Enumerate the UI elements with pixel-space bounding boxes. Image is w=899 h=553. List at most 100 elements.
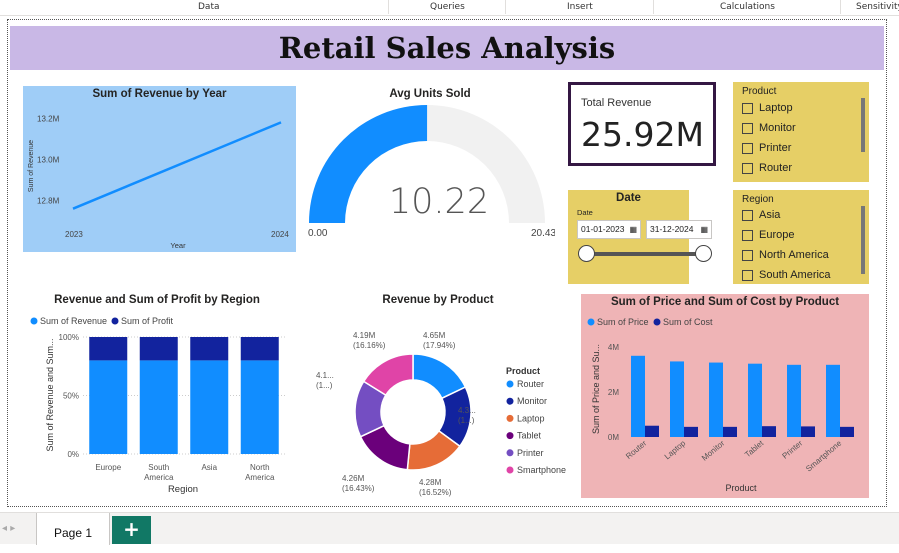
y-tick-label: 13.0M (37, 155, 60, 164)
region-slicer-item-south-america[interactable]: South America (742, 269, 831, 281)
donut-data-label: 4.19M (353, 331, 376, 340)
checkbox-icon[interactable] (742, 209, 753, 221)
bar-segment (89, 360, 128, 454)
legend-marker (506, 380, 514, 388)
y-tick-label: 50% (63, 392, 79, 401)
legend-label: Sum of Revenue (40, 316, 107, 326)
revenue-by-year-visual[interactable]: Sum of Revenue by Year 12.8M 13.0M 13.2M 20… (23, 86, 296, 252)
y-tick-label: 100% (59, 333, 79, 342)
date-slicer-label: Date (577, 208, 593, 217)
product-slicer[interactable]: Product Laptop Monitor Printer Router (733, 82, 869, 182)
checkbox-icon[interactable] (742, 162, 753, 174)
date-end-input[interactable]: 31-12-2024 ▦ (646, 220, 712, 239)
total-revenue-card[interactable]: Total Revenue 25.92M (568, 82, 716, 166)
date-slicer-title: Date (616, 192, 641, 204)
ribbon-queries[interactable]: Queries (430, 2, 465, 12)
bar (631, 355, 645, 437)
checkbox-icon[interactable] (742, 249, 753, 261)
product-slicer-title: Product (742, 86, 777, 97)
revenue-by-product-visual[interactable]: Revenue by Product 4.65M (17.94%) 4.3... (1… (303, 290, 573, 500)
x-tick-label: Printer (780, 438, 804, 460)
ribbon-separator (653, 0, 654, 14)
legend-marker (653, 318, 661, 326)
bar (645, 425, 659, 437)
page-nav-arrows-icon[interactable]: ◂ ▸ (2, 523, 15, 534)
bar (762, 426, 776, 437)
add-page-button[interactable]: + (112, 516, 151, 544)
x-tick-label: Tablet (743, 438, 766, 459)
y-tick-label: 0% (67, 450, 79, 459)
product-slicer-item-router[interactable]: Router (742, 162, 792, 174)
ribbon: Data Queries Insert Calculations Sensiti… (0, 0, 899, 16)
legend-label: Router (517, 379, 544, 389)
ribbon-separator (388, 0, 389, 14)
bar-segment (89, 337, 128, 361)
ribbon-separator (505, 0, 506, 14)
y-axis-label: Sum of Price and Su... (591, 344, 601, 434)
price-cost-by-product-chart: Sum of Price Sum of Cost 0M 2M 4M Router Lapto… (587, 317, 854, 493)
donut-data-label: 4.65M (423, 331, 446, 340)
y-axis-label: Sum of Revenue (28, 140, 35, 192)
region-slicer-item-north-america[interactable]: North America (742, 249, 829, 261)
bar (684, 426, 698, 437)
bar (801, 426, 815, 437)
revenue-profit-by-region-visual[interactable]: Revenue and Sum of Profit by Region Sum … (23, 290, 291, 500)
donut-data-label: (1...) (458, 416, 475, 425)
region-slicer-item-europe[interactable]: Europe (742, 229, 794, 241)
avg-units-sold-gauge: 10.22 0.00 20.43 (308, 104, 555, 239)
ribbon-sensitivity[interactable]: Sensitivity (856, 2, 899, 12)
x-tick-label: 2024 (271, 230, 289, 239)
date-slicer[interactable]: Date Date 01-01-2023 ▦ 31-12-2024 ▦ (568, 190, 712, 284)
x-tick-label: North (250, 463, 270, 472)
legend-marker (506, 414, 514, 422)
ribbon-data[interactable]: Data (198, 2, 220, 12)
checkbox-icon[interactable] (742, 269, 753, 281)
legend-marker (506, 432, 514, 440)
checkbox-icon[interactable] (742, 229, 753, 241)
y-tick-label: 0M (608, 433, 619, 442)
checkbox-icon[interactable] (742, 142, 753, 154)
ribbon-insert[interactable]: Insert (567, 2, 593, 12)
legend-marker (30, 317, 38, 325)
product-slicer-item-monitor[interactable]: Monitor (742, 122, 796, 134)
bar-segment (240, 360, 279, 454)
legend-marker (111, 317, 119, 325)
legend-label: Sum of Price (597, 317, 649, 327)
product-slicer-item-printer[interactable]: Printer (742, 142, 791, 154)
revenue-profit-by-region-chart: Sum of Revenue Sum of Profit 0% 50% 100% Euro… (30, 316, 285, 495)
price-cost-by-product-visual[interactable]: Sum of Price and Sum of Cost by Product … (581, 294, 869, 498)
bar-segment (139, 337, 178, 361)
legend-marker (506, 397, 514, 405)
x-tick-label: South (148, 463, 169, 472)
page-tab-page-1[interactable]: Page 1 (36, 513, 110, 545)
donut-data-label: (16.52%) (419, 488, 452, 497)
page-navigation-bar: ◂ ▸ Page 1 + (0, 512, 899, 545)
legend-label: Monitor (517, 396, 547, 406)
report-canvas: Retail Sales Analysis Sum of Revenue by … (7, 19, 887, 507)
bar (840, 426, 854, 437)
calendar-icon[interactable]: ▦ (700, 221, 708, 238)
checkbox-icon[interactable] (742, 122, 753, 134)
calendar-icon[interactable]: ▦ (629, 221, 637, 238)
bar (826, 364, 840, 437)
ribbon-separator (840, 0, 841, 14)
region-slicer[interactable]: Region Asia Europe North America South A… (733, 190, 869, 284)
date-range-start-handle[interactable] (578, 245, 595, 262)
date-range-end-handle[interactable] (695, 245, 712, 262)
x-axis-label: Product (725, 483, 757, 493)
x-tick-label: Monitor (700, 438, 726, 462)
region-slicer-scrollbar[interactable] (861, 206, 865, 274)
donut-data-label: 4.28M (419, 478, 442, 487)
x-axis-label: Year (170, 241, 186, 250)
product-slicer-item-laptop[interactable]: Laptop (742, 102, 793, 114)
avg-units-sold-visual[interactable]: Avg Units Sold 10.22 0.00 20.43 (305, 86, 555, 246)
ribbon-calculations[interactable]: Calculations (720, 2, 775, 12)
product-slicer-scrollbar[interactable] (861, 98, 865, 152)
x-tick-label: America (144, 473, 174, 482)
checkbox-icon[interactable] (742, 102, 753, 114)
y-tick-label: 12.8M (37, 196, 60, 205)
date-start-input[interactable]: 01-01-2023 ▦ (577, 220, 641, 239)
y-tick-label: 13.2M (37, 114, 60, 123)
x-tick-label: Router (624, 438, 648, 461)
region-slicer-item-asia[interactable]: Asia (742, 209, 780, 221)
